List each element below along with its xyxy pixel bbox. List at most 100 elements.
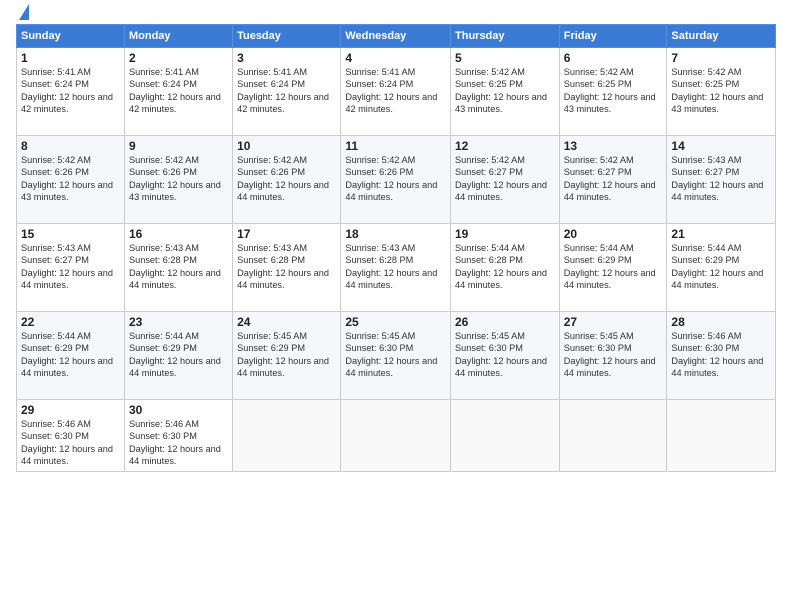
day-info: Sunrise: 5:44 AMSunset: 6:29 PMDaylight:… xyxy=(129,331,221,378)
day-info: Sunrise: 5:42 AMSunset: 6:27 PMDaylight:… xyxy=(455,155,547,202)
day-number: 13 xyxy=(564,139,663,153)
table-row: 6 Sunrise: 5:42 AMSunset: 6:25 PMDayligh… xyxy=(559,48,667,136)
table-row: 18 Sunrise: 5:43 AMSunset: 6:28 PMDaylig… xyxy=(341,224,451,312)
day-number: 9 xyxy=(129,139,228,153)
table-row: 16 Sunrise: 5:43 AMSunset: 6:28 PMDaylig… xyxy=(124,224,232,312)
table-row: 14 Sunrise: 5:43 AMSunset: 6:27 PMDaylig… xyxy=(667,136,776,224)
day-info: Sunrise: 5:43 AMSunset: 6:27 PMDaylight:… xyxy=(671,155,763,202)
day-info: Sunrise: 5:41 AMSunset: 6:24 PMDaylight:… xyxy=(21,67,113,114)
day-number: 29 xyxy=(21,403,120,417)
day-info: Sunrise: 5:42 AMSunset: 6:26 PMDaylight:… xyxy=(129,155,221,202)
page: Sunday Monday Tuesday Wednesday Thursday… xyxy=(0,0,792,612)
day-info: Sunrise: 5:45 AMSunset: 6:30 PMDaylight:… xyxy=(564,331,656,378)
day-number: 25 xyxy=(345,315,446,329)
table-row: 20 Sunrise: 5:44 AMSunset: 6:29 PMDaylig… xyxy=(559,224,667,312)
logo-icon xyxy=(19,4,29,20)
day-number: 30 xyxy=(129,403,228,417)
table-row: 29 Sunrise: 5:46 AMSunset: 6:30 PMDaylig… xyxy=(17,400,125,472)
header-row: Sunday Monday Tuesday Wednesday Thursday… xyxy=(17,25,776,48)
table-row: 17 Sunrise: 5:43 AMSunset: 6:28 PMDaylig… xyxy=(233,224,341,312)
day-info: Sunrise: 5:42 AMSunset: 6:27 PMDaylight:… xyxy=(564,155,656,202)
day-number: 5 xyxy=(455,51,555,65)
day-info: Sunrise: 5:46 AMSunset: 6:30 PMDaylight:… xyxy=(21,419,113,466)
day-number: 27 xyxy=(564,315,663,329)
day-info: Sunrise: 5:42 AMSunset: 6:26 PMDaylight:… xyxy=(237,155,329,202)
col-sunday: Sunday xyxy=(17,25,125,48)
day-number: 28 xyxy=(671,315,771,329)
day-info: Sunrise: 5:41 AMSunset: 6:24 PMDaylight:… xyxy=(345,67,437,114)
col-saturday: Saturday xyxy=(667,25,776,48)
day-number: 7 xyxy=(671,51,771,65)
day-number: 17 xyxy=(237,227,336,241)
day-info: Sunrise: 5:44 AMSunset: 6:29 PMDaylight:… xyxy=(21,331,113,378)
day-info: Sunrise: 5:46 AMSunset: 6:30 PMDaylight:… xyxy=(671,331,763,378)
day-number: 23 xyxy=(129,315,228,329)
day-number: 4 xyxy=(345,51,446,65)
table-row: 3 Sunrise: 5:41 AMSunset: 6:24 PMDayligh… xyxy=(233,48,341,136)
day-number: 11 xyxy=(345,139,446,153)
day-number: 3 xyxy=(237,51,336,65)
day-number: 2 xyxy=(129,51,228,65)
col-tuesday: Tuesday xyxy=(233,25,341,48)
table-row: 24 Sunrise: 5:45 AMSunset: 6:29 PMDaylig… xyxy=(233,312,341,400)
logo xyxy=(16,10,29,20)
table-row: 4 Sunrise: 5:41 AMSunset: 6:24 PMDayligh… xyxy=(341,48,451,136)
col-wednesday: Wednesday xyxy=(341,25,451,48)
day-info: Sunrise: 5:41 AMSunset: 6:24 PMDaylight:… xyxy=(129,67,221,114)
table-row: 1 Sunrise: 5:41 AMSunset: 6:24 PMDayligh… xyxy=(17,48,125,136)
table-row: 12 Sunrise: 5:42 AMSunset: 6:27 PMDaylig… xyxy=(451,136,560,224)
table-row: 7 Sunrise: 5:42 AMSunset: 6:25 PMDayligh… xyxy=(667,48,776,136)
table-row: 10 Sunrise: 5:42 AMSunset: 6:26 PMDaylig… xyxy=(233,136,341,224)
day-info: Sunrise: 5:43 AMSunset: 6:28 PMDaylight:… xyxy=(237,243,329,290)
table-row: 23 Sunrise: 5:44 AMSunset: 6:29 PMDaylig… xyxy=(124,312,232,400)
table-row: 25 Sunrise: 5:45 AMSunset: 6:30 PMDaylig… xyxy=(341,312,451,400)
day-info: Sunrise: 5:43 AMSunset: 6:27 PMDaylight:… xyxy=(21,243,113,290)
day-info: Sunrise: 5:44 AMSunset: 6:28 PMDaylight:… xyxy=(455,243,547,290)
day-info: Sunrise: 5:42 AMSunset: 6:25 PMDaylight:… xyxy=(564,67,656,114)
day-info: Sunrise: 5:42 AMSunset: 6:25 PMDaylight:… xyxy=(455,67,547,114)
col-monday: Monday xyxy=(124,25,232,48)
table-row: 30 Sunrise: 5:46 AMSunset: 6:30 PMDaylig… xyxy=(124,400,232,472)
day-info: Sunrise: 5:44 AMSunset: 6:29 PMDaylight:… xyxy=(671,243,763,290)
day-info: Sunrise: 5:42 AMSunset: 6:26 PMDaylight:… xyxy=(345,155,437,202)
day-info: Sunrise: 5:46 AMSunset: 6:30 PMDaylight:… xyxy=(129,419,221,466)
day-number: 14 xyxy=(671,139,771,153)
day-number: 26 xyxy=(455,315,555,329)
table-row: 26 Sunrise: 5:45 AMSunset: 6:30 PMDaylig… xyxy=(451,312,560,400)
day-number: 6 xyxy=(564,51,663,65)
day-number: 15 xyxy=(21,227,120,241)
day-number: 10 xyxy=(237,139,336,153)
day-number: 24 xyxy=(237,315,336,329)
day-info: Sunrise: 5:42 AMSunset: 6:25 PMDaylight:… xyxy=(671,67,763,114)
table-row: 2 Sunrise: 5:41 AMSunset: 6:24 PMDayligh… xyxy=(124,48,232,136)
header xyxy=(16,10,776,20)
table-row: 27 Sunrise: 5:45 AMSunset: 6:30 PMDaylig… xyxy=(559,312,667,400)
day-info: Sunrise: 5:43 AMSunset: 6:28 PMDaylight:… xyxy=(129,243,221,290)
day-number: 18 xyxy=(345,227,446,241)
table-row: 22 Sunrise: 5:44 AMSunset: 6:29 PMDaylig… xyxy=(17,312,125,400)
table-row xyxy=(559,400,667,472)
day-info: Sunrise: 5:44 AMSunset: 6:29 PMDaylight:… xyxy=(564,243,656,290)
table-row: 5 Sunrise: 5:42 AMSunset: 6:25 PMDayligh… xyxy=(451,48,560,136)
table-row: 9 Sunrise: 5:42 AMSunset: 6:26 PMDayligh… xyxy=(124,136,232,224)
table-row xyxy=(451,400,560,472)
calendar-table: Sunday Monday Tuesday Wednesday Thursday… xyxy=(16,24,776,472)
day-info: Sunrise: 5:45 AMSunset: 6:30 PMDaylight:… xyxy=(455,331,547,378)
table-row: 8 Sunrise: 5:42 AMSunset: 6:26 PMDayligh… xyxy=(17,136,125,224)
table-row: 21 Sunrise: 5:44 AMSunset: 6:29 PMDaylig… xyxy=(667,224,776,312)
col-friday: Friday xyxy=(559,25,667,48)
table-row: 28 Sunrise: 5:46 AMSunset: 6:30 PMDaylig… xyxy=(667,312,776,400)
day-info: Sunrise: 5:45 AMSunset: 6:29 PMDaylight:… xyxy=(237,331,329,378)
day-number: 16 xyxy=(129,227,228,241)
day-info: Sunrise: 5:42 AMSunset: 6:26 PMDaylight:… xyxy=(21,155,113,202)
day-number: 8 xyxy=(21,139,120,153)
day-info: Sunrise: 5:41 AMSunset: 6:24 PMDaylight:… xyxy=(237,67,329,114)
table-row: 15 Sunrise: 5:43 AMSunset: 6:27 PMDaylig… xyxy=(17,224,125,312)
table-row: 13 Sunrise: 5:42 AMSunset: 6:27 PMDaylig… xyxy=(559,136,667,224)
col-thursday: Thursday xyxy=(451,25,560,48)
day-info: Sunrise: 5:45 AMSunset: 6:30 PMDaylight:… xyxy=(345,331,437,378)
day-number: 22 xyxy=(21,315,120,329)
table-row xyxy=(667,400,776,472)
day-number: 19 xyxy=(455,227,555,241)
table-row xyxy=(341,400,451,472)
